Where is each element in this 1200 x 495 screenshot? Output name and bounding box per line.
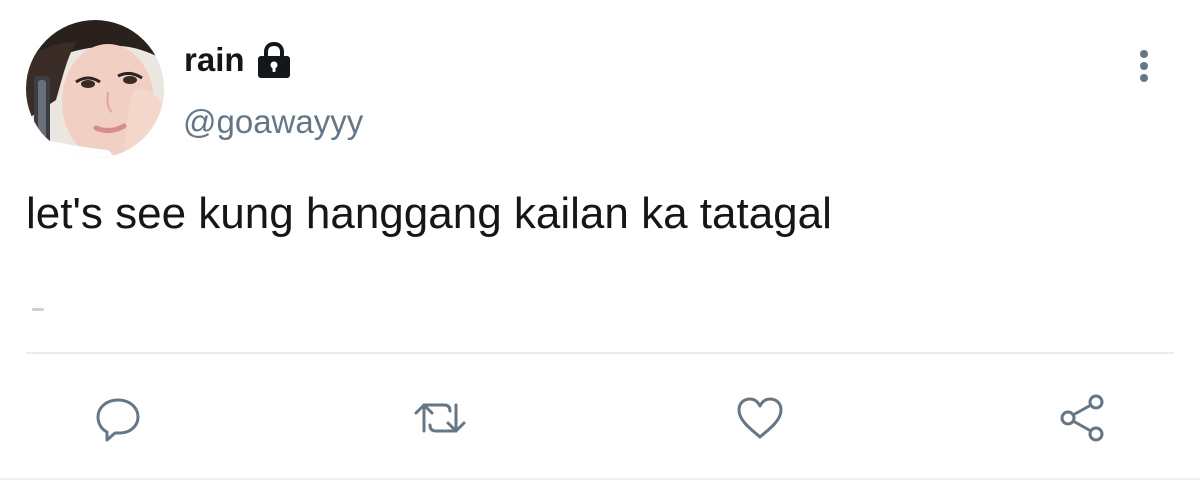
more-options-button[interactable] xyxy=(1124,46,1164,86)
more-vertical-icon xyxy=(1140,50,1148,82)
avatar[interactable] xyxy=(26,20,164,158)
retweet-button[interactable] xyxy=(410,388,470,448)
bottom-divider xyxy=(0,478,1200,480)
divider-fragment xyxy=(32,308,44,311)
retweet-icon xyxy=(414,403,466,433)
tweet-card: rain @goawayyy let's see kung hanggang k… xyxy=(0,0,1200,495)
share-icon xyxy=(1060,394,1104,442)
author-name-row: rain xyxy=(184,40,293,80)
heart-icon xyxy=(737,397,783,439)
reply-icon xyxy=(96,398,140,442)
display-name[interactable]: rain xyxy=(184,40,245,80)
avatar-image xyxy=(26,20,164,158)
like-button[interactable] xyxy=(730,388,790,448)
reply-button[interactable] xyxy=(88,388,148,448)
share-button[interactable] xyxy=(1052,388,1112,448)
lock-icon xyxy=(255,41,293,80)
action-bar xyxy=(0,388,1200,448)
divider xyxy=(26,352,1174,354)
handle[interactable]: @goawayyy xyxy=(183,102,363,142)
tweet-text: let's see kung hanggang kailan ka tataga… xyxy=(26,189,832,238)
